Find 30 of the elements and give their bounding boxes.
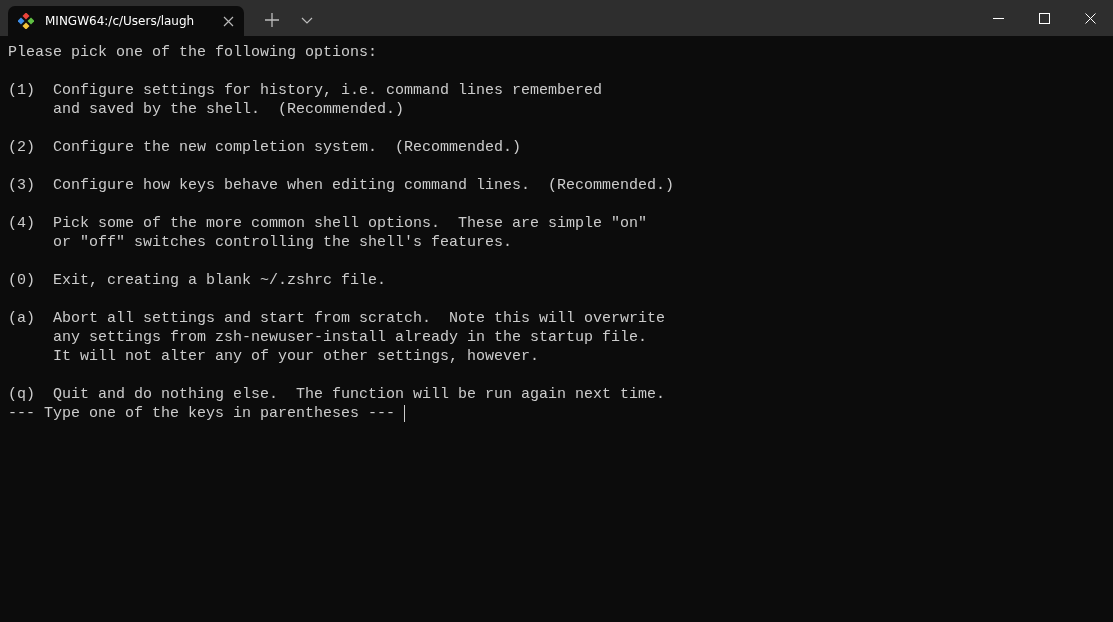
terminal-line: any settings from zsh-newuser-install already in the startup file. — [53, 328, 649, 347]
option-key: (4) — [8, 214, 53, 252]
minimize-icon[interactable] — [992, 17, 1004, 19]
close-icon[interactable] — [1084, 12, 1096, 24]
option-key: (q) — [8, 385, 53, 404]
option-key: (1) — [8, 81, 53, 119]
dropdown-chevron-icon[interactable] — [301, 17, 313, 24]
terminal-line: Configure how keys behave when editing command lines. (Recommended.) — [53, 176, 675, 195]
terminal-line: It will not alter any of your other settings, however. — [53, 347, 541, 366]
terminal-line: Configure the new completion system. (Recommended.) — [53, 138, 522, 157]
close-tab-icon[interactable] — [223, 15, 234, 27]
option-key: (a) — [8, 309, 53, 366]
prompt-line: --- Type one of the keys in parentheses --- — [8, 404, 396, 423]
option-key: (2) — [8, 138, 53, 157]
maximize-icon[interactable] — [1038, 12, 1050, 24]
diamond-logo-icon — [18, 13, 34, 29]
option-key: (3) — [8, 176, 53, 195]
terminal-line: Pick some of the more common shell options. These are simple "on" — [53, 214, 648, 233]
terminal-line: or "off" switches controlling the shell's features. — [53, 233, 514, 252]
new-tab-icon[interactable] — [265, 13, 279, 27]
terminal-line: and saved by the shell. (Recommended.) — [53, 100, 406, 119]
terminal-line: Please pick one of the following options: — [8, 43, 379, 62]
text-cursor — [404, 405, 406, 422]
terminal-tab[interactable]: MINGW64:/c/Users/laugh — [8, 6, 244, 36]
terminal-line: Configure settings for history, i.e. command lines remembered — [53, 81, 603, 100]
terminal-line: Quit and do nothing else. The function will be run again next time. — [53, 385, 666, 404]
terminal-line: Abort all settings and start from scratch. Note this will overwrite — [53, 309, 666, 328]
tab-title: MINGW64:/c/Users/laugh — [45, 14, 196, 28]
terminal-line: Exit, creating a blank ~/.zshrc file. — [53, 271, 387, 290]
option-key: (0) — [8, 271, 53, 290]
